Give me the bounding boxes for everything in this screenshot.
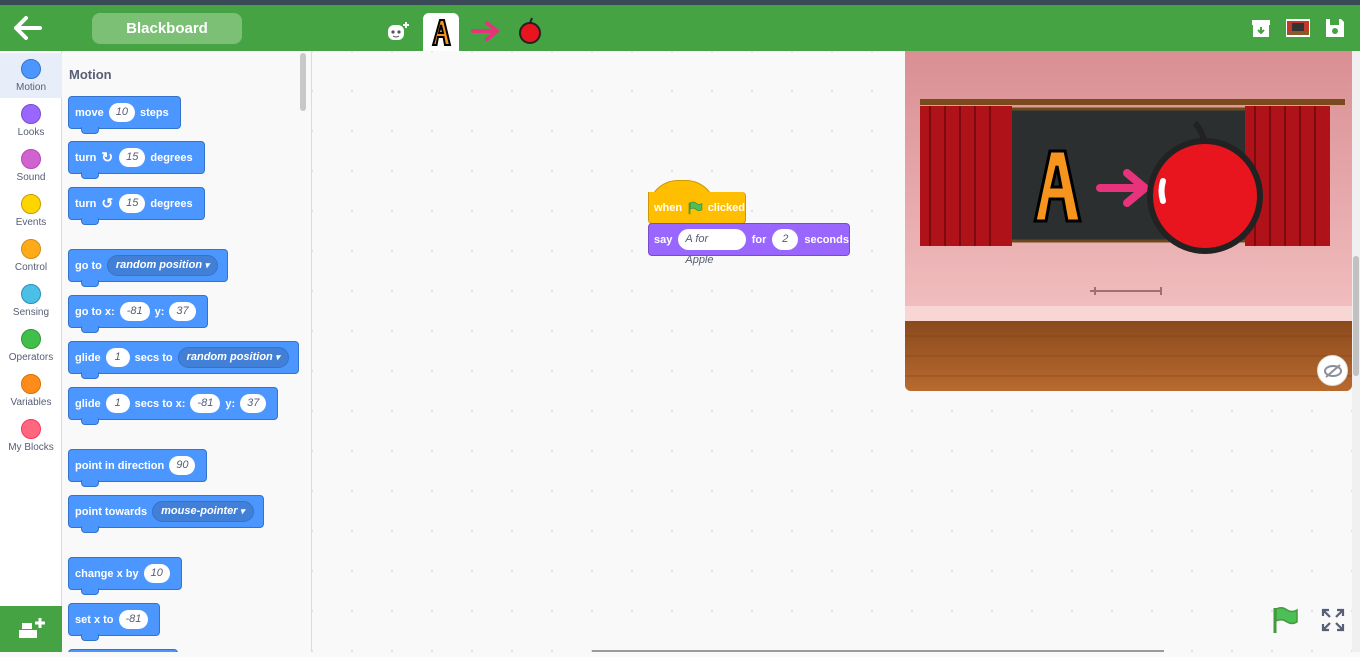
say-for-secs-block[interactable]: say A for Apple for 2 seconds	[648, 223, 850, 266]
go-to-block[interactable]: go to random position	[68, 249, 229, 287]
sprite-apple-tab[interactable]	[512, 11, 548, 51]
stage[interactable]	[905, 51, 1352, 391]
sensing-dot-icon	[21, 284, 41, 304]
set-x-block[interactable]: set x to -81	[68, 603, 161, 641]
events-dot-icon	[21, 194, 41, 214]
category-sensing[interactable]: Sensing	[0, 278, 62, 323]
glide-secs-input[interactable]: 1	[105, 348, 130, 367]
my-blocks-dot-icon	[21, 419, 41, 439]
glide-to-xy-block[interactable]: glide 1 secs to x: -81 y: 37	[68, 387, 279, 425]
green-flag-run-icon[interactable]	[1270, 605, 1300, 635]
go-to-y-input[interactable]: 37	[169, 302, 196, 321]
top-bar: Blackboard	[0, 5, 1360, 51]
sound-dot-icon	[21, 149, 41, 169]
category-sound[interactable]: Sound	[0, 143, 62, 188]
glide-to-block[interactable]: glide 1 secs to random position	[68, 341, 299, 379]
steps-input[interactable]: 10	[108, 103, 135, 122]
sprite-arrow-tab[interactable]	[468, 11, 504, 51]
say-seconds-input[interactable]: 2	[772, 229, 799, 250]
category-control[interactable]: Control	[0, 233, 62, 278]
block-palette: Motion move 10 steps turn ↻ 15 degrees turn ↺ 1…	[62, 51, 312, 652]
hide-stage-button[interactable]	[1317, 355, 1348, 386]
category-menu: Motion Looks Sound Events Control Sensin…	[0, 51, 62, 606]
category-operators[interactable]: Operators	[0, 323, 62, 368]
point-towards-block[interactable]: point towards mouse-pointer	[68, 495, 264, 533]
add-extension-button[interactable]	[0, 606, 62, 652]
change-x-input[interactable]: 10	[143, 564, 170, 583]
variables-dot-icon	[21, 374, 41, 394]
category-looks[interactable]: Looks	[0, 98, 62, 143]
eye-slash-icon	[1323, 363, 1342, 378]
glide-x-input[interactable]: -81	[190, 394, 221, 413]
control-dot-icon	[21, 239, 41, 259]
go-to-x-input[interactable]: -81	[119, 302, 150, 321]
fullscreen-icon[interactable]	[1320, 607, 1346, 633]
palette-title: Motion	[69, 67, 112, 82]
add-sprite-icon[interactable]	[380, 11, 416, 51]
operators-dot-icon	[21, 329, 41, 349]
download-icon[interactable]	[1250, 17, 1274, 39]
add-extension-icon	[19, 618, 45, 638]
back-arrow-icon[interactable]	[12, 15, 44, 41]
category-motion[interactable]: Motion	[0, 53, 62, 98]
move-steps-block[interactable]: move 10 steps	[68, 96, 181, 134]
turn-right-block[interactable]: turn ↻ 15 degrees	[68, 141, 205, 179]
direction-input[interactable]: 90	[169, 456, 196, 475]
point-towards-dropdown[interactable]: mouse-pointer	[152, 501, 254, 522]
say-message-input[interactable]: A for Apple	[678, 229, 746, 266]
set-x-input[interactable]: -81	[118, 610, 149, 629]
turn-right-degrees-input[interactable]: 15	[119, 148, 146, 167]
green-flag-icon	[688, 201, 703, 214]
category-events[interactable]: Events	[0, 188, 62, 233]
stage-thumbnail-icon[interactable]	[1285, 17, 1311, 39]
glide-xy-secs-input[interactable]: 1	[105, 394, 130, 413]
stage-backdrop	[905, 51, 1352, 391]
rotate-right-icon: ↻	[101, 149, 114, 165]
stage-scrollbar[interactable]	[1352, 51, 1360, 652]
go-to-xy-block[interactable]: go to x: -81 y: 37	[68, 295, 208, 333]
category-my-blocks[interactable]: My Blocks	[0, 413, 62, 458]
glide-target-dropdown[interactable]: random position	[177, 347, 289, 368]
glide-y-input[interactable]: 37	[240, 394, 267, 413]
motion-dot-icon	[21, 59, 41, 79]
looks-dot-icon	[21, 104, 41, 124]
turn-left-degrees-input[interactable]: 15	[119, 194, 146, 213]
change-x-block[interactable]: change x by 10	[68, 557, 182, 595]
palette-scrollbar[interactable]	[300, 53, 306, 111]
point-in-direction-block[interactable]: point in direction 90	[68, 449, 208, 487]
when-flag-clicked-block[interactable]: when clicked	[648, 180, 746, 224]
rotate-left-icon: ↺	[101, 195, 114, 211]
save-icon[interactable]	[1324, 17, 1348, 39]
project-title[interactable]: Blackboard	[92, 13, 242, 44]
turn-left-block[interactable]: turn ↺ 15 degrees	[68, 187, 205, 225]
category-variables[interactable]: Variables	[0, 368, 62, 413]
sprite-letter-a-tab[interactable]	[423, 13, 459, 51]
go-to-target-dropdown[interactable]: random position	[106, 255, 219, 276]
